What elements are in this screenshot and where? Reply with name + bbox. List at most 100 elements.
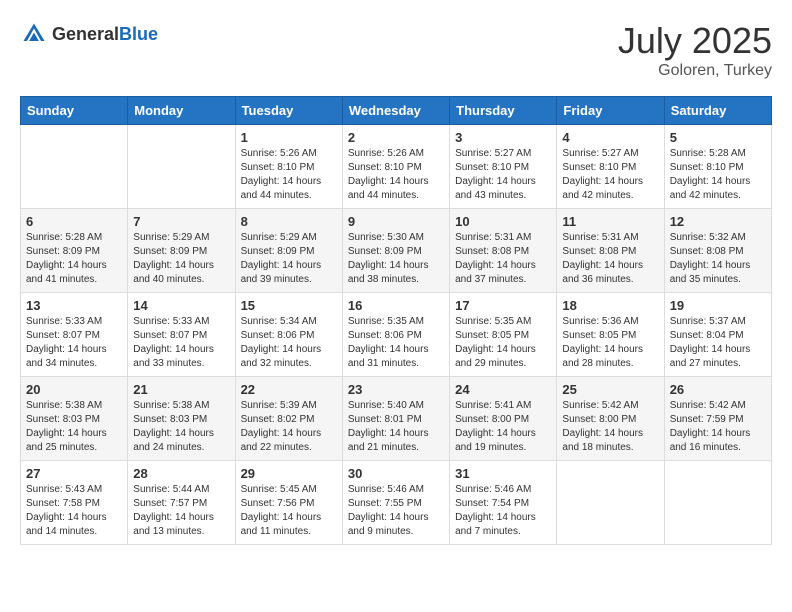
day-number: 28 (133, 466, 229, 481)
day-number: 18 (562, 298, 658, 313)
logo-icon (20, 20, 48, 48)
calendar-cell: 27Sunrise: 5:43 AM Sunset: 7:58 PM Dayli… (21, 461, 128, 545)
calendar-week-row: 27Sunrise: 5:43 AM Sunset: 7:58 PM Dayli… (21, 461, 772, 545)
day-number: 31 (455, 466, 551, 481)
day-number: 20 (26, 382, 122, 397)
calendar-cell: 21 Sunrise: 5:38 AM Sunset: 8:03 PM Dayli… (128, 377, 235, 461)
title-block: July 2025 Goloren, Turkey (618, 20, 772, 80)
calendar-cell: 9 Sunrise: 5:30 AM Sunset: 8:09 PM Daylig… (342, 209, 449, 293)
day-info: Sunrise: 5:26 AM Sunset: 8:10 PM Dayligh… (241, 147, 337, 203)
day-number: 11 (562, 214, 658, 229)
calendar-cell (557, 461, 664, 545)
weekday-header-thursday: Thursday (450, 97, 557, 125)
day-info: Sunrise: 5:37 AM Sunset: 8:04 PM Dayligh… (670, 315, 766, 371)
day-info: Sunrise: 5:33 AM Sunset: 8:07 PM Dayligh… (133, 315, 229, 371)
day-info: Sunrise: 5:42 AM Sunset: 8:00 PM Dayligh… (562, 399, 658, 455)
day-number: 12 (670, 214, 766, 229)
day-number: 22 (241, 382, 337, 397)
weekday-header-saturday: Saturday (664, 97, 771, 125)
location-subtitle: Goloren, Turkey (618, 62, 772, 80)
day-info: Sunrise: 5:34 AM Sunset: 8:06 PM Dayligh… (241, 315, 337, 371)
day-info: Sunrise: 5:41 AM Sunset: 8:00 PM Dayligh… (455, 399, 551, 455)
weekday-header-friday: Friday (557, 97, 664, 125)
weekday-header-sunday: Sunday (21, 97, 128, 125)
calendar-week-row: 1 Sunrise: 5:26 AM Sunset: 8:10 PM Daylig… (21, 125, 772, 209)
day-number: 8 (241, 214, 337, 229)
calendar-week-row: 20 Sunrise: 5:38 AM Sunset: 8:03 PM Dayli… (21, 377, 772, 461)
day-info: Sunrise: 5:45 AM Sunset: 7:56 PM Dayligh… (241, 483, 337, 539)
calendar-cell: 18Sunrise: 5:36 AM Sunset: 8:05 PM Dayli… (557, 293, 664, 377)
day-info: Sunrise: 5:46 AM Sunset: 7:55 PM Dayligh… (348, 483, 444, 539)
day-info: Sunrise: 5:31 AM Sunset: 8:08 PM Dayligh… (562, 231, 658, 287)
day-number: 7 (133, 214, 229, 229)
weekday-header-wednesday: Wednesday (342, 97, 449, 125)
logo: General Blue (20, 20, 158, 48)
day-info: Sunrise: 5:38 AM Sunset: 8:03 PM Dayligh… (26, 399, 122, 455)
calendar-cell (21, 125, 128, 209)
calendar-week-row: 6Sunrise: 5:28 AM Sunset: 8:09 PM Daylig… (21, 209, 772, 293)
day-number: 30 (348, 466, 444, 481)
calendar-cell: 19 Sunrise: 5:37 AM Sunset: 8:04 PM Dayli… (664, 293, 771, 377)
calendar-cell: 22 Sunrise: 5:39 AM Sunset: 8:02 PM Dayli… (235, 377, 342, 461)
month-title: July 2025 (618, 20, 772, 62)
calendar-cell: 25 Sunrise: 5:42 AM Sunset: 8:00 PM Dayli… (557, 377, 664, 461)
calendar-cell: 24Sunrise: 5:41 AM Sunset: 8:00 PM Dayli… (450, 377, 557, 461)
calendar-week-row: 13Sunrise: 5:33 AM Sunset: 8:07 PM Dayli… (21, 293, 772, 377)
calendar-cell: 23 Sunrise: 5:40 AM Sunset: 8:01 PM Dayli… (342, 377, 449, 461)
day-info: Sunrise: 5:32 AM Sunset: 8:08 PM Dayligh… (670, 231, 766, 287)
day-info: Sunrise: 5:38 AM Sunset: 8:03 PM Dayligh… (133, 399, 229, 455)
calendar-cell: 28 Sunrise: 5:44 AM Sunset: 7:57 PM Dayli… (128, 461, 235, 545)
day-info: Sunrise: 5:29 AM Sunset: 8:09 PM Dayligh… (241, 231, 337, 287)
calendar-cell (664, 461, 771, 545)
day-info: Sunrise: 5:46 AM Sunset: 7:54 PM Dayligh… (455, 483, 551, 539)
day-info: Sunrise: 5:28 AM Sunset: 8:09 PM Dayligh… (26, 231, 122, 287)
day-number: 10 (455, 214, 551, 229)
calendar-cell: 30 Sunrise: 5:46 AM Sunset: 7:55 PM Dayli… (342, 461, 449, 545)
calendar-cell: 3Sunrise: 5:27 AM Sunset: 8:10 PM Daylig… (450, 125, 557, 209)
day-info: Sunrise: 5:30 AM Sunset: 8:09 PM Dayligh… (348, 231, 444, 287)
day-number: 21 (133, 382, 229, 397)
calendar-cell: 2Sunrise: 5:26 AM Sunset: 8:10 PM Daylig… (342, 125, 449, 209)
calendar-cell: 29Sunrise: 5:45 AM Sunset: 7:56 PM Dayli… (235, 461, 342, 545)
day-info: Sunrise: 5:40 AM Sunset: 8:01 PM Dayligh… (348, 399, 444, 455)
calendar-cell: 20 Sunrise: 5:38 AM Sunset: 8:03 PM Dayli… (21, 377, 128, 461)
day-info: Sunrise: 5:33 AM Sunset: 8:07 PM Dayligh… (26, 315, 122, 371)
day-info: Sunrise: 5:39 AM Sunset: 8:02 PM Dayligh… (241, 399, 337, 455)
day-number: 19 (670, 298, 766, 313)
calendar-cell: 14Sunrise: 5:33 AM Sunset: 8:07 PM Dayli… (128, 293, 235, 377)
day-number: 27 (26, 466, 122, 481)
calendar-cell: 13Sunrise: 5:33 AM Sunset: 8:07 PM Dayli… (21, 293, 128, 377)
day-number: 9 (348, 214, 444, 229)
calendar-cell: 16 Sunrise: 5:35 AM Sunset: 8:06 PM Dayli… (342, 293, 449, 377)
day-info: Sunrise: 5:35 AM Sunset: 8:05 PM Dayligh… (455, 315, 551, 371)
day-number: 23 (348, 382, 444, 397)
day-number: 17 (455, 298, 551, 313)
day-number: 1 (241, 130, 337, 145)
logo-blue-text: Blue (119, 24, 158, 45)
calendar-cell: 1 Sunrise: 5:26 AM Sunset: 8:10 PM Daylig… (235, 125, 342, 209)
day-info: Sunrise: 5:42 AM Sunset: 7:59 PM Dayligh… (670, 399, 766, 455)
day-info: Sunrise: 5:29 AM Sunset: 8:09 PM Dayligh… (133, 231, 229, 287)
weekday-header-row: SundayMondayTuesdayWednesdayThursdayFrid… (21, 97, 772, 125)
calendar-cell: 12 Sunrise: 5:32 AM Sunset: 8:08 PM Dayli… (664, 209, 771, 293)
calendar-table: SundayMondayTuesdayWednesdayThursdayFrid… (20, 96, 772, 545)
day-info: Sunrise: 5:28 AM Sunset: 8:10 PM Dayligh… (670, 147, 766, 203)
calendar-cell: 17 Sunrise: 5:35 AM Sunset: 8:05 PM Dayli… (450, 293, 557, 377)
calendar-cell: 5 Sunrise: 5:28 AM Sunset: 8:10 PM Daylig… (664, 125, 771, 209)
calendar-cell: 4Sunrise: 5:27 AM Sunset: 8:10 PM Daylig… (557, 125, 664, 209)
day-number: 5 (670, 130, 766, 145)
day-number: 15 (241, 298, 337, 313)
logo-general-text: General (52, 24, 119, 45)
calendar-cell: 8 Sunrise: 5:29 AM Sunset: 8:09 PM Daylig… (235, 209, 342, 293)
day-number: 16 (348, 298, 444, 313)
calendar-cell: 6Sunrise: 5:28 AM Sunset: 8:09 PM Daylig… (21, 209, 128, 293)
calendar-cell (128, 125, 235, 209)
day-info: Sunrise: 5:35 AM Sunset: 8:06 PM Dayligh… (348, 315, 444, 371)
day-number: 2 (348, 130, 444, 145)
calendar-cell: 15 Sunrise: 5:34 AM Sunset: 8:06 PM Dayli… (235, 293, 342, 377)
day-info: Sunrise: 5:31 AM Sunset: 8:08 PM Dayligh… (455, 231, 551, 287)
day-info: Sunrise: 5:44 AM Sunset: 7:57 PM Dayligh… (133, 483, 229, 539)
day-number: 25 (562, 382, 658, 397)
day-info: Sunrise: 5:27 AM Sunset: 8:10 PM Dayligh… (455, 147, 551, 203)
calendar-cell: 10 Sunrise: 5:31 AM Sunset: 8:08 PM Dayli… (450, 209, 557, 293)
